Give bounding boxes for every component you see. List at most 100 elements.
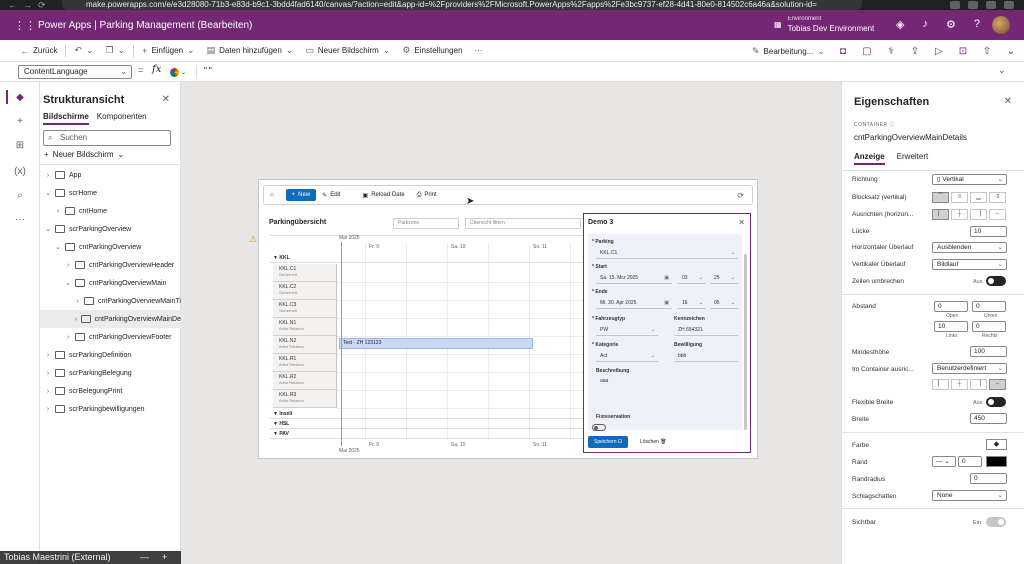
stretch-icon[interactable]: ⇔ xyxy=(989,379,1006,390)
tree-item-container[interactable]: › cntParkingOverviewHeader xyxy=(40,256,181,274)
tab-components[interactable]: Komponenten xyxy=(97,112,147,125)
align-in-container-dropdown[interactable]: Benutzerdefiniert ⌄ xyxy=(932,363,1007,374)
back-button[interactable]: ← Zurück xyxy=(14,46,63,56)
tree-item-container[interactable]: › cntParkingOverviewMainTi xyxy=(40,292,181,310)
settings-button[interactable]: ⚙ Einstellungen xyxy=(396,45,468,56)
padding-top-input[interactable]: 0 xyxy=(934,301,968,312)
tab-display[interactable]: Anzeige xyxy=(854,152,885,165)
horizontal-overflow-dropdown[interactable]: Ausblenden ⌄ xyxy=(932,242,1007,253)
description-input[interactable]: aaa xyxy=(596,376,738,406)
align-middle-icon[interactable]: ≡ xyxy=(951,192,968,203)
space-between-icon[interactable]: ⇕ xyxy=(989,192,1006,203)
plus-icon[interactable]: + xyxy=(162,551,167,564)
reservation-bar[interactable]: Test · ZH 123123 xyxy=(339,338,533,349)
align-bottom-icon[interactable]: ▁ xyxy=(970,192,987,203)
fixreservation-toggle[interactable] xyxy=(592,424,606,431)
parking-dropdown[interactable]: KKL.C1 ⌄ xyxy=(596,248,738,259)
new-button[interactable]: + New xyxy=(285,189,317,201)
refresh-icon[interactable]: ⟳ xyxy=(737,191,744,200)
border-style-dropdown[interactable]: — ⌄ xyxy=(932,456,956,467)
parking-slot[interactable]: KKL.R2 Artist Relation xyxy=(273,372,337,390)
app-checker-icon[interactable]: ◘ xyxy=(831,46,855,57)
tree-item-screen[interactable]: › scrParkingDefinition xyxy=(40,346,181,364)
direction-dropdown[interactable]: ▯ Vertikal ⌄ xyxy=(932,174,1007,185)
close-icon[interactable]: ✕ xyxy=(162,94,170,105)
extension-icon[interactable] xyxy=(968,1,978,9)
end-hour-dropdown[interactable]: 16 ⌄ xyxy=(678,298,706,309)
padding-bottom-input[interactable]: 0 xyxy=(972,301,1006,312)
tree-item-container[interactable]: ⌄ cntParkingOverviewMain xyxy=(40,274,181,292)
group-row[interactable]: ▼ Inseli xyxy=(269,410,583,419)
close-icon[interactable]: ✕ xyxy=(738,218,745,227)
padding-left-input[interactable]: 10 xyxy=(934,321,968,332)
padding-right-input[interactable]: 0 xyxy=(972,321,1006,332)
align-right-icon[interactable]: ▕ xyxy=(970,209,987,220)
tree-item-screen[interactable]: ⌄ scrParkingOverview xyxy=(40,220,181,238)
variables-icon[interactable]: (x) xyxy=(13,166,27,180)
save-icon[interactable]: ⊡ xyxy=(951,46,975,57)
align-left-icon[interactable]: ▏ xyxy=(932,209,949,220)
align-center-icon[interactable]: ┼ xyxy=(951,209,968,220)
editing-button[interactable]: ✎ Bearbeitung... ⌄ xyxy=(746,46,831,57)
tree-item-container-selected[interactable]: › cntParkingOverviewMainDe xyxy=(40,310,181,328)
parkzone-dropdown[interactable]: Parkzone xyxy=(393,218,459,229)
parking-slot[interactable]: KKL.N2 Artist Relation xyxy=(273,336,337,354)
control-name[interactable]: cntParkingOverviewMainDetails xyxy=(854,133,967,142)
layers-icon[interactable]: ◆ xyxy=(13,92,27,106)
group-row[interactable]: ▼ PAV xyxy=(269,430,583,439)
waffle-icon[interactable]: ⋮⋮ xyxy=(14,19,36,32)
min-height-input[interactable]: 100 xyxy=(970,346,1007,357)
tree-item-screen[interactable]: › scrParkingbewilligungen xyxy=(40,400,181,418)
align-top-icon[interactable]: ▔ xyxy=(932,192,949,203)
comment-icon[interactable]: ▢ xyxy=(855,46,879,57)
parking-slot[interactable]: KKL.R1 Artist Relation xyxy=(273,354,337,372)
overview-filter-input[interactable]: Übersicht filtern xyxy=(465,218,581,229)
new-screen-button[interactable]: ▭ Neuer Bildschirm ⌄ xyxy=(299,45,396,56)
vehicle-type-dropdown[interactable]: PW ⌄ xyxy=(596,325,658,336)
undo-button[interactable]: ↶ ⌄ xyxy=(68,45,99,56)
avatar[interactable] xyxy=(992,16,1010,34)
tree-item-container[interactable]: › cntParkingOverviewFooter xyxy=(40,328,181,346)
plate-input[interactable]: ZH 654321 xyxy=(674,325,738,336)
visible-toggle[interactable] xyxy=(986,517,1006,527)
extension-icon[interactable] xyxy=(986,1,996,9)
border-width-input[interactable]: 0 xyxy=(958,456,982,467)
bell-icon[interactable]: ♪ xyxy=(922,18,928,31)
parking-slot[interactable]: KKL.C3 Sicherheit xyxy=(273,300,337,318)
tab-advanced[interactable]: Erweitert xyxy=(897,152,929,165)
align-right-icon[interactable]: ▕ xyxy=(970,379,987,390)
play-icon[interactable]: ▷ xyxy=(927,46,951,57)
address-bar[interactable]: make.powerapps.com/e/e3d28080-71b3-e83d-… xyxy=(62,0,862,10)
help-icon[interactable]: ? xyxy=(974,18,980,31)
home-icon[interactable]: ⌂ xyxy=(264,192,280,198)
close-icon[interactable]: ✕ xyxy=(1004,96,1012,107)
vertical-overflow-dropdown[interactable]: Bildlauf ⌄ xyxy=(932,259,1007,270)
new-screen-button[interactable]: + Neuer Bildschirm ⌄ xyxy=(44,150,124,159)
extension-icon[interactable] xyxy=(950,1,960,9)
end-minute-dropdown[interactable]: 05 ⌄ xyxy=(710,298,738,309)
align-center-icon[interactable]: ┼ xyxy=(951,379,968,390)
search-icon[interactable]: ⌕ xyxy=(13,190,27,204)
property-select[interactable]: ContentLanguage ⌄ xyxy=(18,65,132,79)
add-data-button[interactable]: ▤ Daten hinzufügen ⌄ xyxy=(201,45,300,56)
formula-input[interactable]: "" xyxy=(196,65,986,79)
chevron-down-icon[interactable]: ⌄ xyxy=(998,65,1006,76)
tree-item-screen[interactable]: › scrBelegungPrint xyxy=(40,382,181,400)
gear-icon[interactable]: ⚙ xyxy=(946,18,956,31)
data-icon[interactable]: ⊞ xyxy=(13,140,27,154)
fill-color-icon[interactable]: ◆ xyxy=(986,439,1007,450)
edit-button[interactable]: ✎ Edit xyxy=(316,192,346,199)
permit-input[interactable]: bbb xyxy=(674,351,738,362)
publish-icon[interactable]: ⇧ xyxy=(975,46,999,57)
more-icon[interactable]: ··· xyxy=(13,214,27,228)
start-minute-dropdown[interactable]: 25 ⌄ xyxy=(710,273,738,284)
parking-slot[interactable]: KKL.C1 Sicherheit xyxy=(273,264,337,282)
flexible-width-toggle[interactable] xyxy=(986,397,1006,407)
browser-nav-icons[interactable]: ←→⟳ xyxy=(8,0,52,11)
gap-input[interactable]: 10 xyxy=(970,226,1007,237)
align-left-icon[interactable]: ▏ xyxy=(932,379,949,390)
reload-date-button[interactable]: ▣ Reload Date xyxy=(357,192,411,199)
tree-item-app[interactable]: › App xyxy=(40,166,181,184)
share-icon[interactable]: ⇪ xyxy=(903,46,927,57)
environment-picker[interactable]: ▦ Environment Tobias Dev Environment xyxy=(774,15,874,33)
